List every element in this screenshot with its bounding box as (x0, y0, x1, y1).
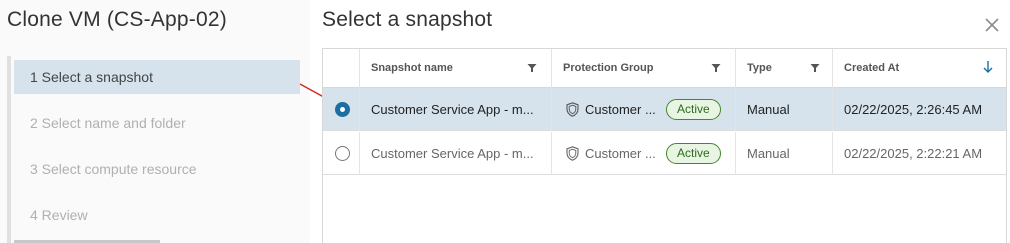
close-icon[interactable] (982, 15, 1002, 35)
wizard-steps: 1 Select a snapshot 2 Select name and fo… (14, 60, 300, 243)
column-label: Created At (844, 62, 900, 74)
column-label: Type (747, 62, 772, 74)
column-header-created-at[interactable]: Created At (832, 49, 1006, 88)
row-select-cell[interactable] (323, 132, 359, 175)
row-radio-selected[interactable] (335, 102, 350, 117)
table-header: Snapshot name Protection Group Type Crea… (323, 49, 1006, 88)
filter-icon[interactable] (810, 63, 820, 73)
type-cell: Manual (735, 132, 832, 175)
step-rail (7, 56, 11, 243)
row-radio[interactable] (335, 146, 350, 161)
protection-group-cell: Customer ... Active (551, 132, 735, 175)
column-header-type[interactable]: Type (735, 49, 832, 88)
snapshot-name-cell: Customer Service App - m... (359, 132, 551, 175)
column-header-protection-group[interactable]: Protection Group (551, 49, 735, 88)
page-title: Select a snapshot (322, 8, 493, 31)
snapshot-name-cell: Customer Service App - m... (359, 88, 551, 131)
column-label: Snapshot name (371, 62, 453, 74)
sort-down-icon[interactable] (982, 60, 994, 74)
step-review: 4 Review (30, 207, 88, 223)
filter-icon[interactable] (527, 63, 537, 73)
created-at-cell: 02/22/2025, 2:26:45 AM (832, 88, 1006, 131)
created-at-cell: 02/22/2025, 2:22:21 AM (832, 132, 1006, 175)
row-select-cell[interactable] (323, 88, 359, 131)
protection-group-label: Customer ... (585, 102, 656, 117)
type-cell: Manual (735, 88, 832, 131)
shield-icon (566, 146, 579, 161)
status-badge: Active (666, 99, 721, 120)
table-row[interactable]: Customer Service App - m... Customer ...… (323, 132, 1006, 175)
column-label: Protection Group (563, 62, 654, 74)
step-select-snapshot[interactable]: 1 Select a snapshot (14, 60, 300, 94)
protection-group-cell: Customer ... Active (551, 88, 735, 131)
snapshot-table: Snapshot name Protection Group Type Crea… (322, 48, 1007, 243)
filter-icon[interactable] (711, 63, 721, 73)
dialog-title: Clone VM (CS-App-02) (7, 8, 227, 31)
wizard-sidebar: Clone VM (CS-App-02) 1 Select a snapshot… (0, 0, 310, 243)
step-select-compute-resource: 3 Select compute resource (30, 161, 197, 177)
shield-icon (566, 102, 579, 117)
close-icon-glyph (985, 18, 999, 32)
table-row[interactable]: Customer Service App - m... Customer ...… (323, 88, 1006, 131)
status-badge: Active (666, 143, 721, 164)
protection-group-label: Customer ... (585, 146, 656, 161)
step-select-name-and-folder: 2 Select name and folder (30, 115, 186, 131)
column-header-snapshot-name[interactable]: Snapshot name (359, 49, 551, 88)
